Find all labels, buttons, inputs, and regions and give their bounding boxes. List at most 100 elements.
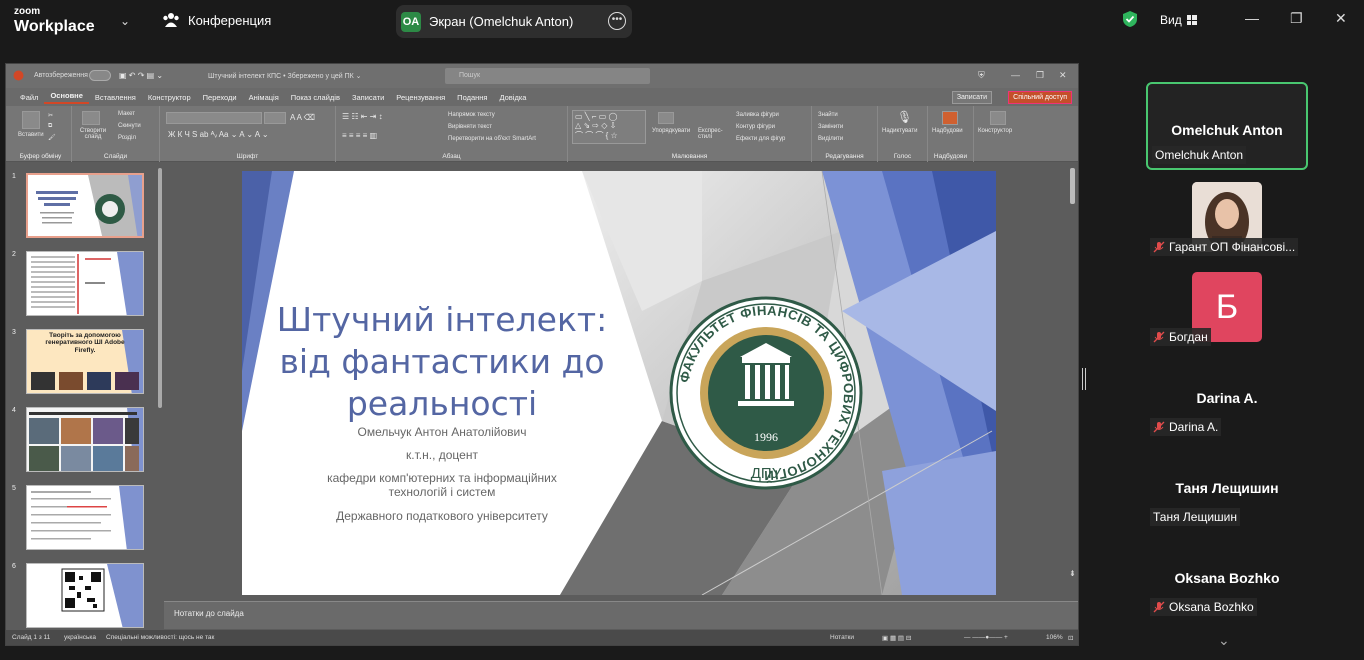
addins-label[interactable]: Надбудови xyxy=(932,128,963,134)
ppt-minimize-icon[interactable]: — xyxy=(1011,70,1020,80)
close-icon[interactable]: ✕ xyxy=(1335,10,1347,27)
chevron-down-icon[interactable]: ⌄ xyxy=(1218,632,1230,649)
zoom-logo-line2: Workplace xyxy=(14,18,95,35)
participant-tile[interactable]: Darina A. Darina A. xyxy=(1146,352,1308,440)
tab-home[interactable]: Основне xyxy=(44,91,89,104)
view-button[interactable]: Вид xyxy=(1160,13,1197,27)
search-input[interactable]: Пошук xyxy=(445,68,650,84)
dictate-label[interactable]: Надиктувати xyxy=(882,128,917,134)
ppt-close-icon[interactable]: ✕ xyxy=(1059,70,1067,81)
font-grow-icon[interactable]: A A ⌫ xyxy=(290,113,315,122)
align-text-button[interactable]: Вирівняти текст xyxy=(448,124,492,130)
thumbnail-6-preview xyxy=(27,564,143,627)
shield-icon[interactable] xyxy=(1122,10,1138,28)
save-icon[interactable]: ▣ ↶ ↷ ▤ ⌄ xyxy=(119,71,163,80)
addins-icon[interactable] xyxy=(942,111,958,125)
section-button[interactable]: Розділ xyxy=(118,135,136,141)
new-slide-icon[interactable] xyxy=(82,111,100,125)
notes-button[interactable]: Нотатки xyxy=(830,634,854,641)
quick-styles-label[interactable]: Експрес-стилі xyxy=(698,128,728,140)
shapes-gallery[interactable]: ▭ ╲ ⌐ ▭ ◯ △ ⇘ ⇨ ◇ ⇩ ⌒ ⌒ ⌒ { ☆ xyxy=(572,110,646,144)
arrange-icon[interactable] xyxy=(658,112,674,124)
align-icons[interactable]: ≡ ≡ ≡ ≡ ▥ xyxy=(342,131,377,140)
select-button[interactable]: Виділити xyxy=(818,136,843,142)
layout-button[interactable]: Макет xyxy=(118,111,135,117)
share-button[interactable]: Спільний доступ xyxy=(1008,91,1072,104)
panel-resize-handle[interactable] xyxy=(1082,368,1086,390)
screen-share-indicator[interactable]: OA Экран (Omelchuk Anton) ••• xyxy=(396,5,632,38)
powerpoint-window: Автозбереження ▣ ↶ ↷ ▤ ⌄ Штучний інтелек… xyxy=(5,63,1079,646)
view-buttons[interactable]: ▣ ▦ ▤ ⊟ xyxy=(882,634,911,642)
next-slide-icon[interactable]: ⇟ xyxy=(1069,569,1076,578)
notes-placeholder: Нотатки до слайда xyxy=(174,609,244,618)
slide-thumbnail-6[interactable] xyxy=(26,563,144,628)
arrange-label[interactable]: Упорядкувати xyxy=(652,128,690,134)
tab-review[interactable]: Рецензування xyxy=(390,93,451,102)
font-size-select[interactable] xyxy=(264,112,286,124)
chevron-down-icon[interactable]: ⌄ xyxy=(120,14,132,28)
group-label-font: Шрифт xyxy=(236,153,259,160)
autosave-toggle[interactable] xyxy=(89,70,111,81)
microphone-icon[interactable]: 🎙 xyxy=(897,110,912,124)
text-direction-button[interactable]: Напрямок тексту xyxy=(448,112,495,118)
slide-thumbnail-3[interactable]: Творіть за допомогою генеративного ШІ Ad… xyxy=(26,329,144,394)
participant-tile[interactable]: Гарант ОП Фінансові... xyxy=(1146,172,1308,260)
restore-icon[interactable]: ❐ xyxy=(1290,10,1303,27)
designer-icon[interactable] xyxy=(990,111,1006,125)
cut-icon[interactable]: ✂ xyxy=(48,112,53,119)
shape-effects-button[interactable]: Ефекти для фігур xyxy=(736,136,785,142)
slide-thumbnail-2[interactable] xyxy=(26,251,144,316)
meeting-button[interactable]: Конференция xyxy=(162,12,271,28)
zoom-level[interactable]: 106% xyxy=(1046,634,1063,641)
participant-tile[interactable]: Omelchuk Anton Omelchuk Anton xyxy=(1146,82,1308,170)
notes-pane[interactable]: Нотатки до слайда xyxy=(164,601,1078,629)
tab-file[interactable]: Файл xyxy=(14,93,44,102)
tab-view[interactable]: Подання xyxy=(451,93,493,102)
file-title[interactable]: Штучний інтелект КПС • Збережено у цей П… xyxy=(208,72,362,80)
paste-icon[interactable] xyxy=(22,111,40,129)
thumbnails-scrollbar[interactable] xyxy=(158,168,162,408)
more-icon[interactable]: ••• xyxy=(608,12,626,30)
copy-icon[interactable]: ⧉ xyxy=(48,123,52,130)
tab-insert[interactable]: Вставлення xyxy=(89,93,142,102)
group-label-clipboard: Буфер обміну xyxy=(19,153,62,160)
slide-thumbnail-1[interactable] xyxy=(26,173,144,238)
tab-transitions[interactable]: Переходи xyxy=(197,93,243,102)
designer-label[interactable]: Конструктор xyxy=(978,128,1012,134)
record-button[interactable]: Записати xyxy=(951,91,992,104)
shape-outline-button[interactable]: Контур фігури xyxy=(736,124,775,130)
slide-thumbnail-4[interactable] xyxy=(26,407,144,472)
ppt-restore-icon[interactable]: ❐ xyxy=(1036,70,1044,81)
reset-button[interactable]: Скинути xyxy=(118,123,141,129)
language-label[interactable]: українська xyxy=(64,634,96,641)
slide-scrollbar[interactable] xyxy=(1070,168,1075,204)
fit-slide-icon[interactable]: ⊡ xyxy=(1068,634,1073,642)
account-icon[interactable]: ⛨ xyxy=(978,70,985,81)
zoom-slider[interactable]: — ——●—— + xyxy=(964,634,1008,641)
replace-button[interactable]: Замінити xyxy=(818,124,843,130)
accessibility-status[interactable]: Спеціальні можливості: щось не так xyxy=(106,634,214,641)
tab-record[interactable]: Записати xyxy=(346,93,390,102)
tab-help[interactable]: Довідка xyxy=(493,93,532,102)
smartart-button[interactable]: Перетворити на об'єкт SmartArt xyxy=(448,136,536,142)
minimize-icon[interactable]: — xyxy=(1245,10,1259,26)
format-painter-icon[interactable]: 🖌 xyxy=(48,134,56,141)
find-button[interactable]: Знайти xyxy=(818,112,838,118)
view-label: Вид xyxy=(1160,13,1182,27)
participant-tile[interactable]: Б Богдан xyxy=(1146,262,1308,350)
shapes-icons: ▭ ╲ ⌐ ▭ ◯ △ ⇘ ⇨ ◇ ⇩ ⌒ ⌒ ⌒ { ☆ xyxy=(575,112,618,140)
font-style-icons[interactable]: Ж К Ч S ab ᴬᵥ Aa ⌄ A ⌄ A ⌄ xyxy=(168,130,269,139)
shape-fill-button[interactable]: Заливка фігури xyxy=(736,112,779,118)
group-label-voice: Голос xyxy=(893,153,912,160)
list-icons[interactable]: ☰ ☷ ⇤ ⇥ ↕ xyxy=(342,112,383,121)
slide-thumbnail-5[interactable] xyxy=(26,485,144,550)
participant-tile[interactable]: Oksana Bozhko Oksana Bozhko xyxy=(1146,532,1308,620)
participant-tile[interactable]: Таня Лещишин Таня Лещишин xyxy=(1146,442,1308,530)
new-slide-label[interactable]: Створити слайд xyxy=(78,128,108,140)
people-icon xyxy=(163,13,179,27)
tab-slideshow[interactable]: Показ слайдів xyxy=(285,93,346,102)
tab-design[interactable]: Конструктор xyxy=(142,93,197,102)
tab-animations[interactable]: Анімація xyxy=(243,93,285,102)
font-family-select[interactable] xyxy=(166,112,262,124)
group-clipboard: Вставити ✂ ⧉ 🖌 Буфер обміну xyxy=(10,106,72,162)
